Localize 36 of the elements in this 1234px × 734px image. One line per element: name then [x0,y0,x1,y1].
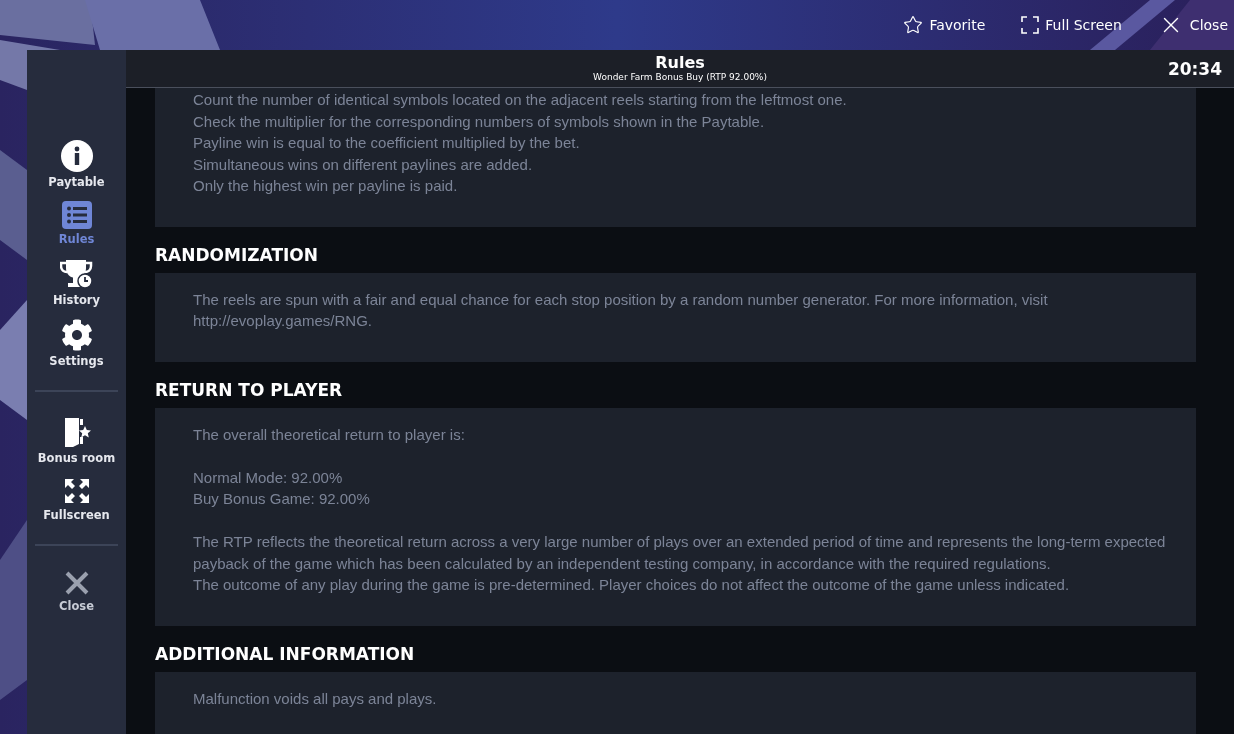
fullscreen-button[interactable]: Fullscreen [35,477,118,522]
settings-icon [60,319,93,351]
fullscreen-icon [1021,16,1040,34]
close-button[interactable]: Close [35,570,118,613]
paragraph: Simultaneous wins on different paylines are added. [193,154,534,175]
paragraph: Count the number of identical symbols located on the adjacent reels starting from the leftmost one. [193,90,848,110]
info-icon [60,140,93,172]
paragraph: Payline win is equal to the coefficient multiplied by the bet. [193,133,581,153]
paragraph: Only the highest win per payline is paid. [193,176,459,196]
paragraph: The RTP reflects the theoretical return across a very large number of plays over an extended period of time and represents the long-term expected payback of the game which has been calculated by an independent testing company, in accordance with the required regulations. [193,532,1166,574]
list-icon [61,201,92,229]
close-button[interactable]: Close [1157,12,1228,38]
rules-button[interactable]: Rules [35,201,118,246]
paytable-button[interactable]: Paytable [35,140,118,189]
subtitle: Wonder Farm Bonus Buy (RTP 92.00%) [593,72,767,83]
clock-time: 20:34 [1167,59,1222,79]
paragraph: The overall theoretical return to player is: [193,424,466,445]
paragraph: The outcome of any play during the game is pre-determined. Player choices do not affect the outcome of the game unless indicated. [193,575,1071,595]
favorite-button[interactable]: Favorite [903,15,986,35]
bonus-room-button[interactable]: Bonus room [35,416,118,465]
close-icon [63,570,90,596]
history-button[interactable]: History [35,258,118,307]
paragraph: Normal Mode: 92.00% [193,467,344,488]
settings-button[interactable]: Settings [35,319,118,368]
paragraph: Buy Bonus Game: 92.00% [193,489,371,509]
paragraph: Check the multiplier for the corresponding numbers of symbols shown in the Paytable. [193,111,766,132]
title: Rules [655,54,705,72]
section-heading: RETURN TO PLAYER [155,379,344,400]
paragraph: The reels are spun with a fair and equal chance for each stop position by a random number generator. For more information, visit http://evoplay.games/RNG. [193,289,1049,331]
full-screen-button[interactable]: Full Screen [1021,16,1122,34]
paragraph: Malfunction voids all pays and plays. [193,688,438,709]
section-heading: ADDITIONAL INFORMATION [155,643,416,664]
trophy-clock-icon [59,258,94,290]
star-icon [903,15,924,35]
expand-arrows-icon [62,477,91,505]
section-heading: RANDOMIZATION [155,244,320,265]
